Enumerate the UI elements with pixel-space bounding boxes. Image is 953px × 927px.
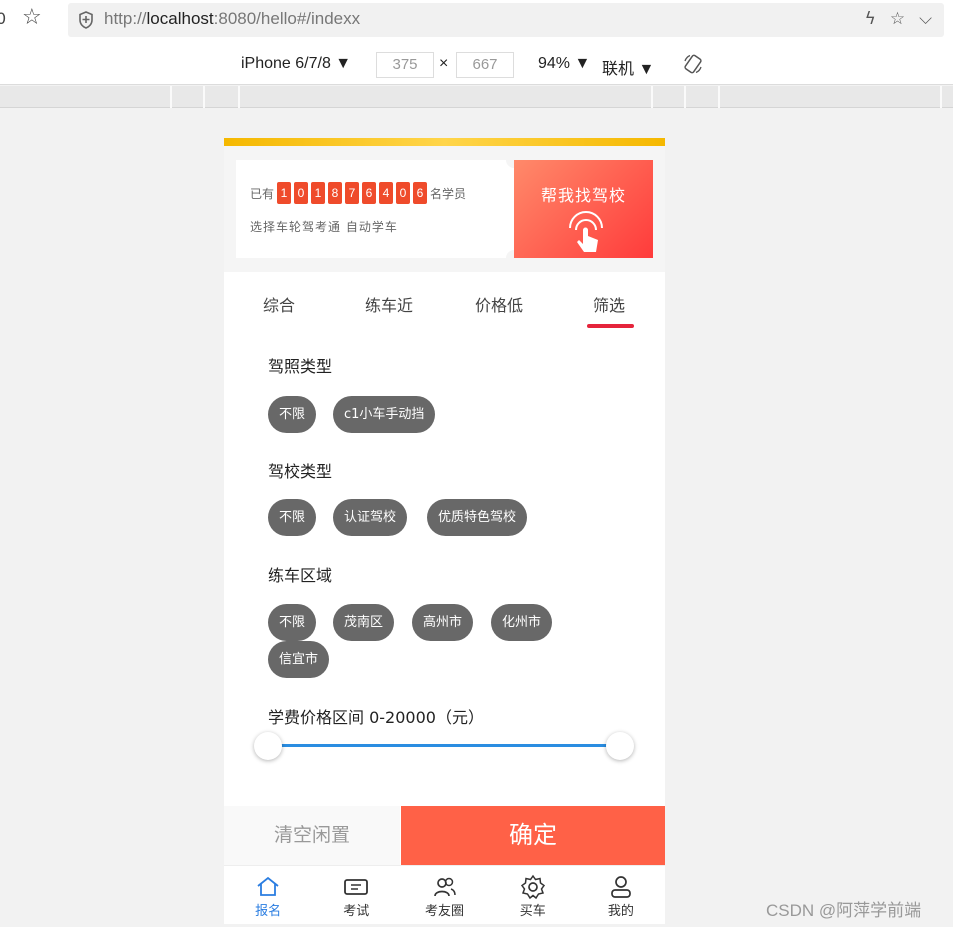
bookmark-star-icon[interactable]: ☆ [22,5,42,30]
tab-filter[interactable]: 筛选 [593,292,625,316]
tab-nearby[interactable]: 练车近 [365,292,413,316]
chip-school-any[interactable]: 不限 [268,499,317,536]
chip-area-gaozhou[interactable]: 高州市 [412,604,474,641]
height-input[interactable]: 667 [456,52,514,78]
digit: 7 [345,182,360,204]
nav-item-exam[interactable]: 考试 [312,866,400,924]
nav-item-signup[interactable]: 报名 [224,866,312,924]
gear-icon [520,874,545,900]
friends-icon [433,877,456,897]
digit: 0 [294,182,309,204]
nav-item-buy-car[interactable]: 买车 [489,866,577,924]
digit: 6 [362,182,377,204]
browser-address-row: 0 ☆ http://localhost:8080/hello#/indexx … [0,0,953,40]
price-slider-track[interactable] [268,744,620,747]
digit: 4 [379,182,394,204]
phone-viewport: 已有 1 0 1 8 7 6 4 0 6 名学员 选择车轮驾考通 自动学车 帮我… [224,138,665,924]
chevron-down-icon[interactable]: ⌵ [919,9,932,29]
price-range-title: 学费价格区间 0-20000（元） [268,708,484,727]
favorite-star-icon[interactable]: ☆ [890,9,905,29]
tap-icon [569,211,603,252]
area-title: 练车区域 [268,566,333,585]
zoom-select[interactable]: 94% ▼ [538,55,590,73]
lightning-icon[interactable]: ϟ [865,9,876,29]
user-icon [611,876,631,898]
banner-ticket[interactable]: 已有 1 0 1 8 7 6 4 0 6 名学员 选择车轮驾考通 自动学车 帮我… [236,152,653,266]
url-text[interactable]: http://localhost:8080/hello#/indexx [104,9,360,29]
shield-icon[interactable] [78,11,94,29]
network-select[interactable]: 联机 ▼ [602,55,654,79]
rotate-icon[interactable] [682,53,704,75]
digit: 8 [328,182,343,204]
license-type-title: 驾照类型 [268,357,333,376]
school-type-title: 驾校类型 [268,462,333,481]
digit: 1 [277,182,292,204]
student-count: 已有 1 0 1 8 7 6 4 0 6 名学员 [250,182,466,204]
partial-left-icon[interactable]: 0 [0,9,6,28]
address-bar[interactable]: http://localhost:8080/hello#/indexx ϟ ☆ … [68,3,944,37]
count-prefix: 已有 [250,186,275,201]
find-school-button[interactable]: 帮我找驾校 [514,160,653,258]
find-school-label: 帮我找驾校 [540,186,626,205]
times-sign: × [439,55,449,72]
chip-area-any[interactable]: 不限 [268,604,317,641]
sort-tabs: 综合 练车近 价格低 筛选 [224,272,665,334]
chip-license-any[interactable]: 不限 [268,396,317,433]
top-stripe [224,138,665,146]
chip-school-certified[interactable]: 认证驾校 [333,499,408,536]
bottom-nav: 报名 考试 考友圈 买车 我的 [224,865,665,924]
digit: 6 [413,182,428,204]
chip-area-xinyi[interactable]: 信宜市 [268,641,330,678]
nav-item-community[interactable]: 考友圈 [400,866,488,924]
width-input[interactable]: 375 [376,52,434,78]
ticket-icon [344,879,369,895]
chip-school-featured[interactable]: 优质特色驾校 [427,499,528,536]
chip-area-huazhou[interactable]: 化州市 [491,604,553,641]
tab-price-low[interactable]: 价格低 [475,292,523,316]
nav-label: 考试 [343,904,370,919]
chip-license-c1[interactable]: c1小车手动挡 [333,396,436,433]
digit: 1 [311,182,326,204]
price-slider-min-handle[interactable] [254,732,282,760]
nav-label: 考友圈 [425,904,465,919]
digit: 0 [396,182,411,204]
chip-area-maonan[interactable]: 茂南区 [333,604,395,641]
nav-label: 我的 [607,904,634,919]
watermark: CSDN @阿萍学前端 [766,901,922,920]
ruler [0,86,953,108]
home-icon [257,876,279,896]
count-suffix: 名学员 [430,186,467,201]
banner-slogan: 选择车轮驾考通 自动学车 [250,220,398,234]
clear-button[interactable]: 清空闲置 [224,806,400,865]
nav-label: 买车 [519,904,546,919]
nav-item-mine[interactable]: 我的 [577,866,665,924]
device-select[interactable]: iPhone 6/7/8 ▼ [241,55,351,73]
tab-comprehensive[interactable]: 综合 [263,292,295,316]
price-slider-max-handle[interactable] [606,732,634,760]
banner[interactable]: 已有 1 0 1 8 7 6 4 0 6 名学员 选择车轮驾考通 自动学车 帮我… [224,146,665,272]
active-tab-indicator [587,324,634,328]
nav-label: 报名 [255,904,282,919]
device-toolbar: iPhone 6/7/8 ▼ 375 × 667 94% ▼ 联机 ▼ [0,40,953,85]
confirm-button[interactable]: 确定 [401,806,665,865]
